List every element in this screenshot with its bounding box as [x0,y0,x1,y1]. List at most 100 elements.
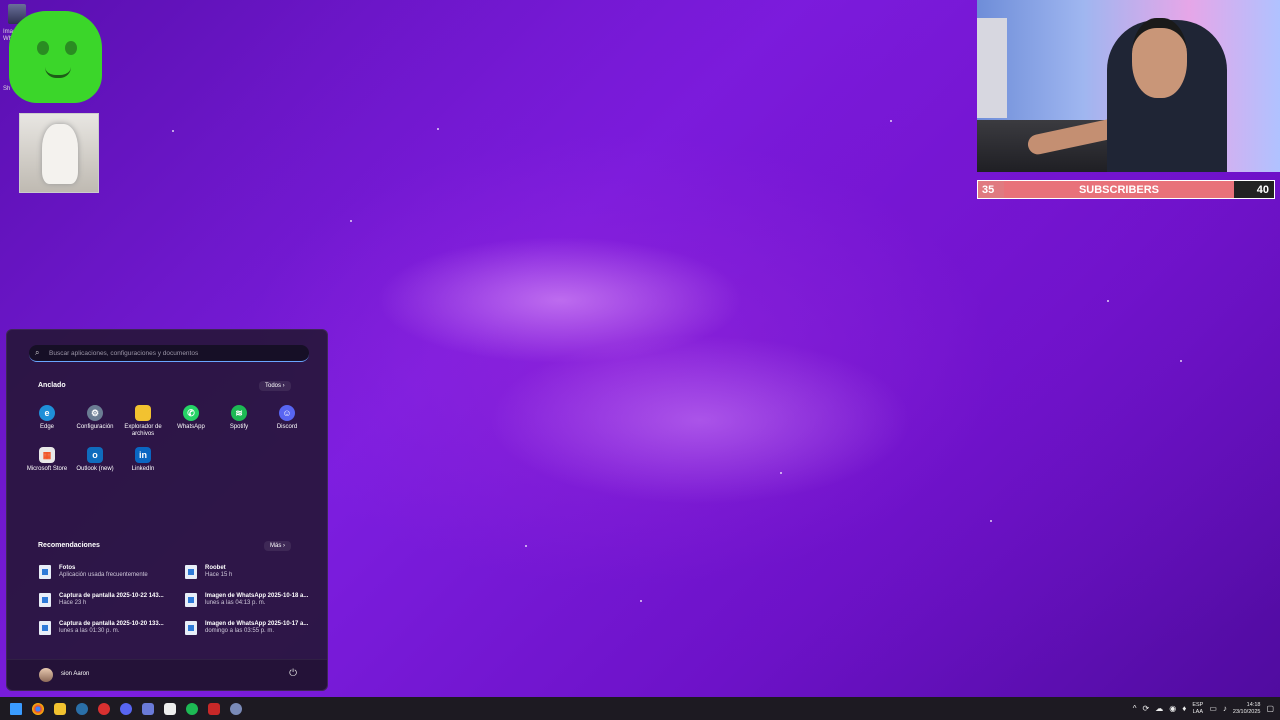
rec-sub: Aplicación usada frecuentemente [59,572,148,578]
rec-title: Imagen de WhatsApp 2025-10-17 a... [205,621,309,627]
image-file-icon [185,593,197,607]
clock[interactable]: 14:18 23/10/2025 [1233,702,1261,716]
taskbar-opera[interactable] [93,698,115,720]
pinned-app-label: WhatsApp [177,424,205,430]
language-indicator[interactable]: ESP LAA [1192,702,1203,716]
start-search-input[interactable] [47,348,309,358]
more-button[interactable]: Más › [264,541,291,551]
wolf-image [19,113,99,193]
taskbar-extra[interactable] [225,698,247,720]
linkedin-icon: in [135,447,151,463]
recommended-title: Recomendaciones [38,542,100,549]
network-icon[interactable]: ▭ [1209,704,1217,713]
pinned-app-label: Edge [39,424,54,430]
subs-label: SUBSCRIBERS [1004,181,1234,198]
chevron-up-icon[interactable]: ^ [1133,704,1137,713]
recommended-item[interactable]: Imagen de WhatsApp 2025-10-18 a... lunes … [185,593,325,607]
browser-icon [98,702,110,715]
star [640,600,642,602]
star [890,120,892,122]
subs-current: 35 [978,181,1004,198]
start-button[interactable] [5,698,27,720]
star [350,220,352,222]
star [1107,300,1109,302]
pinned-app-label: Outlook (new) [76,466,114,472]
pinned-app-label: Explorador de archivos [124,424,162,437]
start-user-bar: sion Aaron ⏻ [7,659,327,690]
taskbar-obs[interactable] [203,698,225,720]
lang-top: ESP [1192,701,1204,708]
photos-icon [39,565,51,579]
star [437,128,439,130]
window-icon [142,702,154,715]
taskbar-capcut[interactable] [159,698,181,720]
rec-title: Imagen de WhatsApp 2025-10-18 a... [205,593,309,599]
taskbar-steam[interactable] [71,698,93,720]
sync-icon[interactable]: ⟳ [1143,704,1150,713]
subscriber-goal-bar: 35 SUBSCRIBERS 40 [977,180,1275,199]
start-search-box[interactable]: ⌕ [29,345,309,362]
star [780,472,782,474]
folder-icon [135,405,151,421]
pinned-app-spotify[interactable]: ≋ Spotify [215,405,263,431]
recorder-icon [208,702,220,715]
image-file-icon [39,621,51,635]
search-icon: ⌕ [35,348,40,357]
mic-icon[interactable]: ♦ [1182,704,1186,713]
pinned-app-linkedin[interactable]: in LinkedIn [119,447,167,473]
clock-date: 23/10/2025 [1232,708,1261,715]
folder-icon [54,702,66,715]
taskbar-chrome[interactable] [27,698,49,720]
star [525,545,527,547]
pinned-title: Anclado [38,382,66,389]
star [1180,360,1182,362]
all-apps-button[interactable]: Todos › [259,381,291,391]
discord-icon: ☺ [279,405,295,421]
recommended-item[interactable]: Captura de pantalla 2025-10-20 133... lun… [39,621,179,635]
windows-icon [10,702,22,715]
rec-title: Captura de pantalla 2025-10-20 133... [59,621,164,627]
spotify-icon [186,702,198,715]
pinned-app-label: Spotify [229,424,249,430]
avatar[interactable] [39,668,53,682]
power-icon[interactable]: ⏻ [289,668,297,679]
system-tray: ^ ⟳ ☁ ◉ ♦ ESP LAA ▭ ♪ 14:18 23/10/2025 ▢ [1133,697,1274,720]
outlook-icon: o [87,447,103,463]
notification-icon[interactable]: ▢ [1266,704,1274,713]
pinned-app-explorer[interactable]: Explorador de archivos [119,405,167,438]
spotify-icon: ≋ [231,405,247,421]
store-icon: ▦ [39,447,55,463]
rec-sub: domingo a las 03:55 p. m. [205,628,275,634]
volume-icon[interactable]: ♪ [1223,704,1227,713]
rec-sub: lunes a las 04:13 p. m. [205,600,266,606]
pinned-app-label: Microsoft Store [26,466,68,472]
taskbar-app[interactable] [137,698,159,720]
clock-time: 14:18 [1246,701,1261,708]
rec-sub: Hace 23 h [59,600,87,606]
recommended-item[interactable]: Imagen de WhatsApp 2025-10-17 a... doming… [185,621,325,635]
pinned-app-discord[interactable]: ☺ Discord [263,405,311,431]
taskbar-explorer[interactable] [49,698,71,720]
pinned-app-outlook[interactable]: o Outlook (new) [71,447,119,473]
cloud-icon[interactable]: ☁ [1155,704,1163,713]
star [172,130,174,132]
pinned-app-whatsapp[interactable]: ✆ WhatsApp [167,405,215,431]
gear-icon: ⚙ [87,405,103,421]
user-name[interactable]: sion Aaron [61,671,89,677]
desktop-icon-label-2: Sh [3,86,11,92]
rec-title: Roobet [205,565,226,571]
steam-tray-icon[interactable]: ◉ [1169,704,1176,713]
recommended-item[interactable]: Captura de pantalla 2025-10-22 143... Hac… [39,593,179,607]
pinned-app-edge[interactable]: e Edge [23,405,71,431]
taskbar-spotify[interactable] [181,698,203,720]
pinned-app-label: Discord [276,424,298,430]
rec-title: Fotos [59,565,76,571]
lang-bottom: LAA [1192,708,1204,715]
taskbar: ^ ⟳ ☁ ◉ ♦ ESP LAA ▭ ♪ 14:18 23/10/2025 ▢ [0,697,1280,720]
pinned-app-store[interactable]: ▦ Microsoft Store [23,447,71,473]
taskbar-discord[interactable] [115,698,137,720]
pinned-app-settings[interactable]: ⚙ Configuración [71,405,119,431]
recommended-item[interactable]: Fotos Aplicación usada frecuentemente [39,565,179,579]
recommended-item[interactable]: Roobet Hace 15 h [185,565,325,579]
image-file-icon [39,593,51,607]
